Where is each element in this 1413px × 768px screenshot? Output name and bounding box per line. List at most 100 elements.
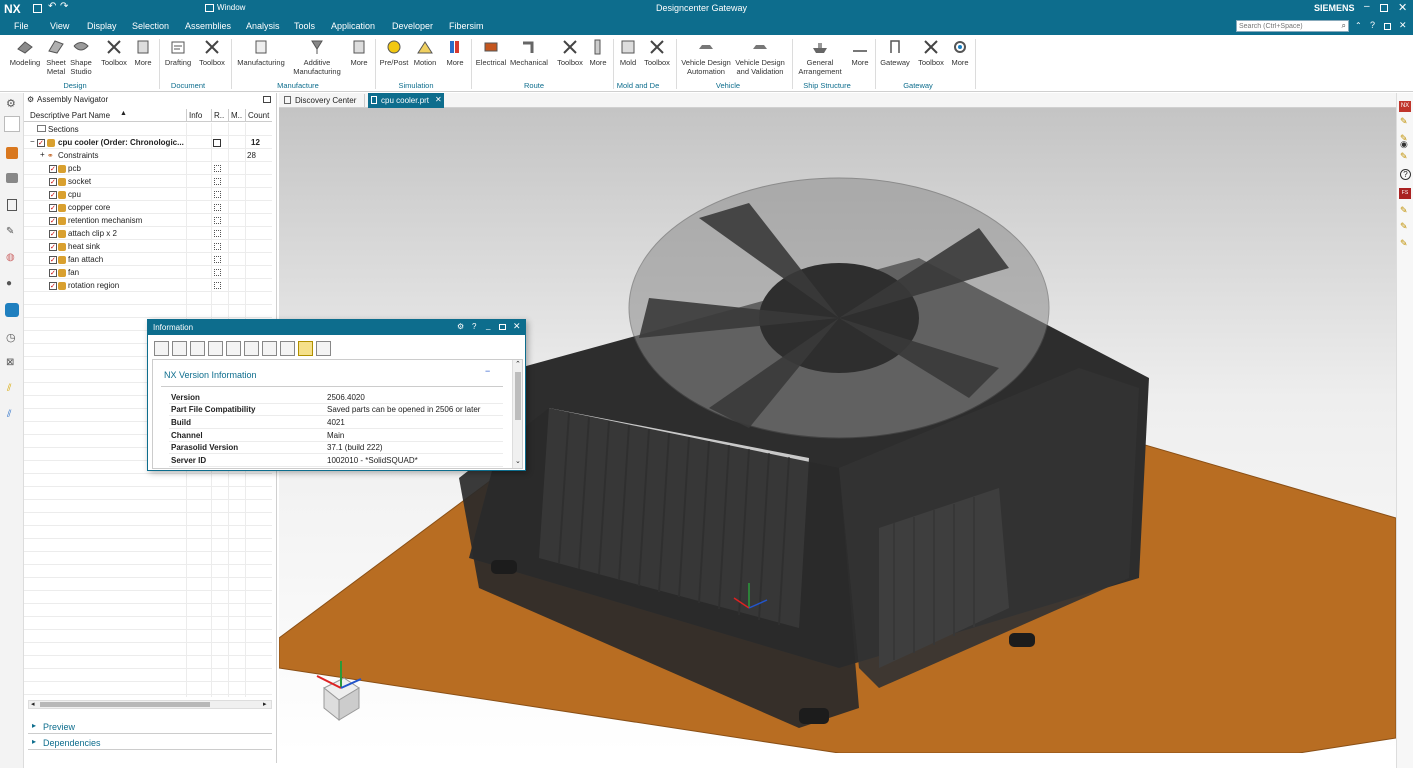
collapse-icon[interactable] (316, 341, 331, 356)
tab-cpu-cooler[interactable]: cpu cooler.prt ✕ (368, 93, 444, 108)
vehicle-design-validation-button[interactable]: Vehicle Design and Validation (734, 38, 786, 76)
menu-fibersim[interactable]: Fibersim (449, 21, 484, 31)
find-replace-icon[interactable] (280, 341, 295, 356)
menu-selection[interactable]: Selection (132, 21, 169, 31)
print-icon[interactable] (154, 341, 169, 356)
undo-icon[interactable]: ↶ (48, 1, 56, 12)
modeling-button[interactable]: Modeling (8, 38, 42, 67)
close-part-icon[interactable]: ✕ (1399, 20, 1407, 31)
collapse-panel-icon[interactable] (263, 96, 271, 103)
checkbox-checked[interactable]: ✓ (49, 282, 57, 290)
part-navigator-icon[interactable] (4, 116, 20, 132)
edit-icon[interactable]: ✎ (1400, 221, 1408, 232)
column-part-name[interactable]: Descriptive Part Name (30, 111, 110, 120)
menu-analysis[interactable]: Analysis (246, 21, 280, 31)
scrollbar-thumb[interactable] (515, 372, 521, 420)
menu-tools[interactable]: Tools (294, 21, 315, 31)
additive-manufacturing-button[interactable]: Additive Manufacturing (290, 38, 344, 76)
checkbox-checked[interactable]: ✓ (49, 191, 57, 199)
reuse-library-icon[interactable] (7, 199, 17, 211)
web-browser-icon[interactable]: ◍ (6, 252, 15, 263)
constraint-navigator-icon[interactable] (6, 173, 18, 183)
checkbox-checked[interactable]: ✓ (49, 178, 57, 186)
checkbox-checked[interactable]: ✓ (49, 256, 57, 264)
tree-row-root[interactable]: − ✓ cpu cooler (Order: Chronologic... 12 (24, 137, 272, 150)
minimize-ribbon-icon[interactable]: ⌃ (1355, 21, 1362, 30)
analysis-icon[interactable]: ⫽ (7, 409, 11, 420)
gateway-button[interactable]: Gateway (878, 38, 912, 67)
search-box[interactable]: ⌕ (1236, 20, 1349, 32)
tree-row-part[interactable]: ✓ socket (24, 176, 272, 189)
vertical-scrollbar[interactable]: ⌃ ⌄ (512, 360, 522, 468)
system-scene-icon[interactable]: ⫽ (7, 383, 11, 394)
edit-icon[interactable]: ✎ (1400, 116, 1408, 127)
edit-icon[interactable]: ✎ (1400, 151, 1408, 162)
tree-row-part[interactable]: ✓ heat sink (24, 241, 272, 254)
tree-row-part[interactable]: ✓ attach clip x 2 (24, 228, 272, 241)
delete-icon[interactable] (244, 341, 259, 356)
help-icon[interactable]: ? (1370, 20, 1375, 30)
checkbox-checked[interactable]: ✓ (49, 217, 57, 225)
vehicle-design-automation-button[interactable]: Vehicle Design Automation (679, 38, 733, 76)
scroll-right-icon[interactable]: ▸ (263, 700, 267, 708)
fibersim-icon[interactable]: FS (1399, 188, 1411, 199)
tree-row-part[interactable]: ✓ retention mechanism (24, 215, 272, 228)
close-icon[interactable]: ✕ (1398, 1, 1407, 14)
expand-icon[interactable]: − (30, 137, 35, 146)
section-collapse-icon[interactable]: − (485, 366, 490, 376)
column-info[interactable]: Info (189, 111, 202, 120)
checkbox-checked[interactable]: ✓ (49, 230, 57, 238)
close-tab-icon[interactable]: ✕ (435, 95, 442, 104)
tree-row-part[interactable]: ✓ rotation region (24, 280, 272, 293)
checkbox-checked[interactable]: ✓ (49, 243, 57, 251)
dialog-maximize-icon[interactable] (499, 324, 506, 330)
checkbox-checked[interactable]: ✓ (49, 269, 57, 277)
column-count[interactable]: Count (248, 111, 269, 120)
route-more-button[interactable]: More (587, 38, 609, 67)
sort-ascending-icon[interactable]: ▲ (120, 110, 127, 117)
menu-developer[interactable]: Developer (392, 21, 433, 31)
menu-view[interactable]: View (50, 21, 69, 31)
gateway-toolbox-button[interactable]: Toolbox (916, 38, 946, 67)
motion-button[interactable]: Motion (411, 38, 439, 67)
help-icon[interactable]: ? (1400, 169, 1411, 180)
dialog-close-icon[interactable]: ✕ (513, 321, 521, 332)
expand-icon[interactable]: + (40, 150, 45, 159)
scrollbar-thumb[interactable] (40, 702, 210, 707)
edit-icon[interactable]: ✎ (1400, 205, 1408, 216)
search-icon[interactable]: ⌕ (1342, 21, 1346, 31)
menu-assemblies[interactable]: Assemblies (185, 21, 231, 31)
roles-icon[interactable]: ⊠ (6, 357, 14, 368)
manufacturing-button[interactable]: Manufacturing (234, 38, 288, 67)
clock-icon[interactable]: ◷ (6, 331, 16, 344)
prepost-button[interactable]: Pre/Post (378, 38, 410, 67)
design-toolbox-button[interactable]: Toolbox (99, 38, 129, 67)
minimize-icon[interactable]: – (1364, 1, 1370, 12)
edit-icon[interactable]: ✎ (1400, 238, 1408, 249)
mold-toolbox-button[interactable]: Toolbox (642, 38, 672, 67)
ship-more-button[interactable]: More (849, 38, 871, 67)
history-icon[interactable]: ● (6, 278, 12, 289)
menu-file[interactable]: File (14, 21, 29, 31)
column-modified[interactable]: M.. (231, 111, 242, 120)
menu-application[interactable]: Application (331, 21, 375, 31)
design-more-button[interactable]: More (131, 38, 155, 67)
tree-row-part[interactable]: ✓ pcb (24, 163, 272, 176)
tree-row-part[interactable]: ✓ fan attach (24, 254, 272, 267)
save-icon[interactable] (33, 4, 42, 13)
mold-button[interactable]: Mold (616, 38, 640, 67)
search-input[interactable] (1237, 21, 1333, 32)
tree-row-part[interactable]: ✓ fan (24, 267, 272, 280)
dialog-settings-icon[interactable]: ⚙ (457, 322, 464, 331)
hd3d-tools-icon[interactable]: ✎ (6, 226, 14, 237)
scroll-left-icon[interactable]: ◂ (31, 700, 35, 708)
tree-row-sections[interactable]: Sections (24, 124, 272, 137)
redo-icon[interactable]: ↷ (60, 1, 68, 12)
tree-row-part[interactable]: ✓ copper core (24, 202, 272, 215)
sheet-metal-button[interactable]: Sheet Metal (44, 38, 68, 76)
window-menu[interactable]: Window (217, 3, 245, 12)
preview-section[interactable]: ▸ Preview (28, 720, 272, 734)
save-as-icon[interactable] (172, 341, 187, 356)
shape-studio-button[interactable]: Shape Studio (69, 38, 93, 76)
assembly-navigator-icon[interactable] (6, 147, 18, 159)
